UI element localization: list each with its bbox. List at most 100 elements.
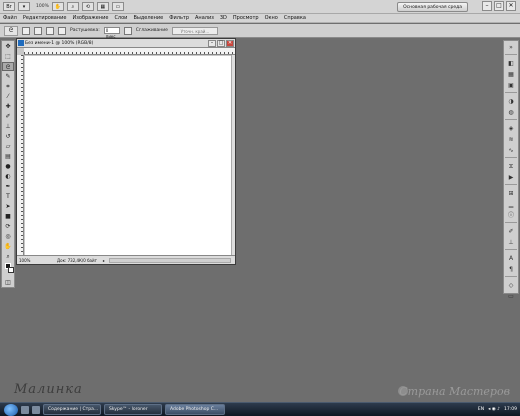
animation-panel-icon[interactable]: ▭ <box>505 292 517 301</box>
collapse-panels-icon[interactable]: » <box>505 43 517 52</box>
character-panel-icon[interactable]: A <box>505 254 517 263</box>
healing-brush-tool-icon[interactable]: ✚ <box>2 102 14 111</box>
path-selection-tool-icon[interactable]: ➤ <box>2 202 14 211</box>
eraser-tool-icon[interactable]: ▱ <box>2 142 14 151</box>
menu-image[interactable]: Изображение <box>72 15 108 21</box>
hand-tool-icon[interactable]: ✋ <box>2 242 14 251</box>
rotate-view-button[interactable]: ⟲ <box>81 2 94 11</box>
quicklaunch-icon[interactable] <box>21 405 29 414</box>
menu-help[interactable]: Справка <box>284 15 306 21</box>
clone-stamp-tool-icon[interactable]: ⊥ <box>2 122 14 131</box>
lasso-tool-icon[interactable]: ᘓ <box>2 62 14 71</box>
menu-3d[interactable]: 3D <box>220 15 227 21</box>
layers-panel-icon[interactable]: ◈ <box>505 124 517 133</box>
color-panel-icon[interactable]: ◧ <box>505 59 517 68</box>
dock-separator <box>505 92 517 95</box>
doc-minimize-button[interactable]: – <box>208 40 216 47</box>
3d-panel-icon[interactable]: ◇ <box>505 281 517 290</box>
dock-separator <box>505 184 517 187</box>
arrange-documents-button[interactable]: ▦ <box>96 2 109 11</box>
quick-select-tool-icon[interactable]: ✎ <box>2 72 14 81</box>
antialias-checkbox[interactable] <box>123 26 132 35</box>
intersect-selection-icon[interactable] <box>58 26 66 35</box>
brush-tool-icon[interactable]: ✐ <box>2 112 14 121</box>
vertical-ruler[interactable] <box>17 55 24 255</box>
close-button[interactable]: ✕ <box>506 1 516 11</box>
brushes-panel-icon[interactable]: ✐ <box>505 227 517 236</box>
paths-panel-icon[interactable]: ∿ <box>505 146 517 155</box>
quicklaunch-icon[interactable] <box>32 405 40 414</box>
history-brush-tool-icon[interactable]: ↺ <box>2 132 14 141</box>
shape-tool-icon[interactable]: ■ <box>2 212 14 221</box>
feather-input[interactable]: 0 пикс <box>103 27 120 39</box>
zoom-level[interactable]: 100% <box>36 4 49 9</box>
styles-panel-icon[interactable]: ▣ <box>505 81 517 90</box>
hand-tool-button[interactable]: ✋ <box>51 2 64 11</box>
menu-layers[interactable]: Слои <box>114 15 127 21</box>
3d-rotate-tool-icon[interactable]: ⟳ <box>2 222 14 231</box>
horizontal-scrollbar[interactable] <box>108 257 231 263</box>
menu-file[interactable]: Файл <box>3 15 17 21</box>
zoom-tool-icon[interactable]: ⌕ <box>2 252 14 261</box>
zoom-tool-button[interactable]: ⌕ <box>66 2 79 11</box>
quick-mask-icon[interactable]: ◫ <box>2 278 14 287</box>
start-button[interactable] <box>4 403 18 416</box>
menu-window[interactable]: Окно <box>265 15 278 21</box>
document-titlebar[interactable]: Без имени-1 @ 100% (RGB/8) – □ ✕ <box>17 39 235 48</box>
doc-close-button[interactable]: ✕ <box>226 40 234 47</box>
menu-view[interactable]: Просмотр <box>233 15 259 21</box>
clone-source-panel-icon[interactable]: ⊥ <box>505 238 517 247</box>
new-selection-icon[interactable] <box>22 26 30 35</box>
menu-analysis[interactable]: Анализ <box>195 15 214 21</box>
maximize-button[interactable]: □ <box>494 1 504 11</box>
type-tool-icon[interactable]: T <box>2 192 14 201</box>
task-photoshop[interactable]: Adobe Photoshop C... <box>165 404 225 415</box>
dodge-tool-icon[interactable]: ◐ <box>2 172 14 181</box>
menu-select[interactable]: Выделение <box>133 15 163 21</box>
window-controls: – □ ✕ <box>482 1 516 11</box>
crop-tool-icon[interactable]: ⌗ <box>2 82 14 91</box>
screen-mode-button[interactable]: ▭ <box>111 2 124 11</box>
document-zoom-field[interactable]: 100% <box>17 258 33 263</box>
history-panel-icon[interactable]: ⧖ <box>505 162 517 171</box>
background-color-swatch[interactable] <box>8 267 14 273</box>
view-extras-button[interactable]: ▾ <box>18 2 30 11</box>
vertical-scrollbar[interactable] <box>231 55 235 255</box>
tray-icons[interactable]: ◂ ◉ ♪ <box>488 405 500 414</box>
status-menu-arrow-icon[interactable]: ▸ <box>103 258 105 263</box>
dock-separator <box>505 276 517 279</box>
language-indicator[interactable]: EN <box>478 405 484 414</box>
navigator-panel-icon[interactable]: ⊞ <box>505 189 517 198</box>
task-browser[interactable]: Содержание | Стра... <box>43 404 101 415</box>
actions-panel-icon[interactable]: ▶ <box>505 173 517 182</box>
info-panel-icon[interactable]: ⓘ <box>505 211 517 220</box>
clock[interactable]: 17:09 <box>504 405 517 414</box>
blur-tool-icon[interactable]: ● <box>2 162 14 171</box>
refine-edge-button[interactable]: Уточн. край... <box>171 26 218 35</box>
channels-panel-icon[interactable]: ≋ <box>505 135 517 144</box>
paragraph-panel-icon[interactable]: ¶ <box>505 265 517 274</box>
document-canvas[interactable] <box>25 56 231 255</box>
doc-maximize-button[interactable]: □ <box>217 40 225 47</box>
horizontal-ruler[interactable] <box>24 48 235 55</box>
eyedropper-tool-icon[interactable]: ⁄ <box>2 92 14 101</box>
lasso-preset-icon[interactable]: ᘓ <box>4 25 18 36</box>
move-tool-icon[interactable]: ✥ <box>2 42 14 51</box>
task-skype[interactable]: Skype™ - loroner <box>104 404 162 415</box>
minimize-button[interactable]: – <box>482 1 492 11</box>
add-selection-icon[interactable] <box>34 26 42 35</box>
marquee-tool-icon[interactable]: ⬚ <box>2 52 14 61</box>
subtract-selection-icon[interactable] <box>46 26 54 35</box>
launch-bridge-button[interactable]: Br <box>3 2 15 11</box>
workspace-switcher-button[interactable]: Основная рабочая среда <box>397 2 468 12</box>
swatches-panel-icon[interactable]: ▦ <box>505 70 517 79</box>
pen-tool-icon[interactable]: ✒ <box>2 182 14 191</box>
menu-filter[interactable]: Фильтр <box>169 15 189 21</box>
histogram-panel-icon[interactable]: ▁ <box>505 200 517 209</box>
menu-edit[interactable]: Редактирование <box>23 15 67 21</box>
site-watermark: Страна Мастеров <box>399 385 510 398</box>
gradient-tool-icon[interactable]: ▤ <box>2 152 14 161</box>
3d-orbit-tool-icon[interactable]: ◎ <box>2 232 14 241</box>
adjustments-panel-icon[interactable]: ◑ <box>505 97 517 106</box>
masks-panel-icon[interactable]: ◍ <box>505 108 517 117</box>
